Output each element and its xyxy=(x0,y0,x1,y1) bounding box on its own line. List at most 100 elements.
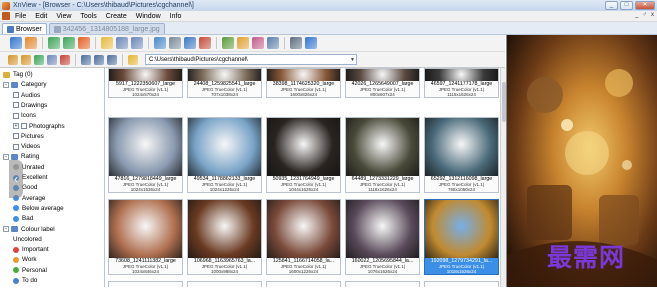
tree-item-personal[interactable]: Personal xyxy=(13,266,47,275)
tree-item-uncolored[interactable]: Uncolored xyxy=(13,235,42,244)
path-input[interactable]: C:\Users\thibaud\Pictures\cgchannel\ ▼ xyxy=(145,54,357,65)
menu-create[interactable]: Create xyxy=(106,13,127,20)
slideshow-icon[interactable] xyxy=(222,37,234,49)
copy-icon[interactable] xyxy=(116,37,128,49)
toolbar-separator xyxy=(75,53,76,66)
thumbnail-item[interactable]: 50935_1231764949_large JPEG TrueColor (v1… xyxy=(266,117,341,193)
menu-info[interactable]: Info xyxy=(170,13,182,20)
mdi-close-button[interactable]: x xyxy=(651,12,654,18)
refresh-icon[interactable] xyxy=(48,37,60,49)
select-all-icon[interactable] xyxy=(47,54,57,65)
thumbnail-item[interactable] xyxy=(187,281,262,287)
view-mode-icon[interactable] xyxy=(81,54,91,65)
menu-edit[interactable]: Edit xyxy=(35,13,47,20)
close-button[interactable]: ✕ xyxy=(635,1,655,10)
thumbnail-dimensions: 707x1038x24 xyxy=(210,92,239,97)
tree-expander-icon[interactable]: − xyxy=(3,153,9,160)
menu-app-icon[interactable] xyxy=(2,12,10,20)
sort-icon[interactable] xyxy=(94,54,104,65)
find-icon[interactable] xyxy=(154,37,166,49)
rename-icon[interactable] xyxy=(252,37,264,49)
menu-tools[interactable]: Tools xyxy=(80,13,96,20)
delete-icon[interactable] xyxy=(60,54,70,65)
thumbnail-item[interactable]: 106968_1163965763_la... JPEG TrueColor (v… xyxy=(187,199,262,275)
move-icon[interactable] xyxy=(131,37,143,49)
thumbnail-item[interactable]: 42026_1265649007_large JPEG TrueColor (v1… xyxy=(345,68,420,98)
tree-item-important[interactable]: Important xyxy=(13,245,49,254)
tree-checkbox[interactable] xyxy=(21,123,27,129)
tree-item-to-do[interactable]: To do xyxy=(13,276,37,285)
thumbnail-item[interactable]: 192098_1279734291_la... JPEG TrueColor (v… xyxy=(424,199,499,275)
minimize-button[interactable]: _ xyxy=(605,1,618,10)
tree-item-work[interactable]: Work xyxy=(13,255,37,264)
tree-expander-icon[interactable]: + xyxy=(13,123,19,129)
tree-item-videos[interactable]: Videos xyxy=(13,142,40,151)
view-icon[interactable] xyxy=(25,37,37,49)
tree-item-photographs[interactable]: + Photographs xyxy=(13,122,65,131)
tree-expander-icon[interactable]: − xyxy=(3,226,9,232)
tree-item-category[interactable]: − Category xyxy=(3,80,47,89)
tree-checkbox[interactable] xyxy=(13,92,19,99)
tree-expander-icon[interactable]: − xyxy=(3,81,9,88)
thumbnail-item[interactable]: 160022_1205695844_la... JPEG TrueColor (v… xyxy=(345,199,420,275)
info-icon[interactable] xyxy=(305,37,317,49)
tree-checkbox[interactable] xyxy=(13,143,19,150)
tab-browser[interactable]: Browser xyxy=(2,23,47,34)
prev-nav-arrow[interactable]: ‹ xyxy=(9,160,23,198)
forward-icon[interactable] xyxy=(21,54,31,65)
tree-item-label: Unrated xyxy=(22,163,45,171)
tree-item-drawings[interactable]: Drawings xyxy=(13,101,47,110)
thumbnail-item[interactable]: 46597_1241177178_large JPEG TrueColor (v1… xyxy=(424,68,499,98)
mdi-restore-button[interactable]: ♂ xyxy=(643,12,648,18)
tree-item-icons[interactable]: Icons xyxy=(13,111,36,120)
thumbnail-item[interactable]: 125841_1166714058_la... JPEG TrueColor (v… xyxy=(266,199,341,275)
favorite-icon[interactable] xyxy=(128,54,138,65)
menu-window[interactable]: Window xyxy=(136,13,161,20)
tree-item-bad[interactable]: Bad xyxy=(13,214,33,223)
back-icon[interactable] xyxy=(8,54,18,65)
tree-item-pictures[interactable]: Pictures xyxy=(13,132,44,141)
thumbnail-dimensions: 1024x570x24 xyxy=(131,92,160,97)
tree-checkbox[interactable] xyxy=(13,133,19,140)
thumbnail-item[interactable]: 49534_1178862133_large JPEG TrueColor (v1… xyxy=(187,117,262,193)
thumbnail-item[interactable]: 65292_1312116098_large JPEG TrueColor (v1… xyxy=(424,117,499,193)
path-dropdown-icon[interactable]: ▼ xyxy=(350,57,355,63)
tab-image[interactable]: 342456_1314805188_large.jpg xyxy=(48,23,165,34)
thumbnail-item[interactable]: 73608_1241111382_large JPEG TrueColor (v1… xyxy=(108,199,183,275)
thumbnail-item[interactable]: 38398_1174625320_large JPEG TrueColor (v1… xyxy=(266,68,341,98)
menu-file[interactable]: File xyxy=(15,13,26,20)
tree-checkbox[interactable] xyxy=(13,102,19,109)
menu-view[interactable]: View xyxy=(56,13,71,20)
thumbnail-item[interactable] xyxy=(424,281,499,287)
print-icon[interactable] xyxy=(169,37,181,49)
refresh2-icon[interactable] xyxy=(63,37,75,49)
web-icon[interactable] xyxy=(78,37,90,49)
thumbnail-item[interactable] xyxy=(108,281,183,287)
mdi-minimize-button[interactable]: _ xyxy=(635,12,638,18)
tree-item-label: Drawings xyxy=(21,101,48,109)
up-icon[interactable] xyxy=(34,54,44,65)
thumbnail-image xyxy=(188,118,261,176)
maximize-button[interactable]: □ xyxy=(620,1,633,10)
thumbnail-item[interactable] xyxy=(345,281,420,287)
thumbnail-item[interactable] xyxy=(266,281,341,287)
tree-item-below-average[interactable]: Below average xyxy=(13,204,64,213)
tree-item-colour-label[interactable]: − Colour label xyxy=(3,225,55,234)
thumbnail-item[interactable]: 64489_1273331229_large JPEG TrueColor (v1… xyxy=(345,117,420,193)
thumbnail-item[interactable]: 5917_1222350607_large JPEG TrueColor (v1.… xyxy=(108,68,183,98)
capture-icon[interactable] xyxy=(199,37,211,49)
folder-icon[interactable] xyxy=(101,37,113,49)
filter-icon[interactable] xyxy=(107,54,117,65)
main-toolbar xyxy=(0,35,505,52)
thumbnail-item[interactable]: 24408_1259825541_large JPEG TrueColor (v1… xyxy=(187,68,262,98)
settings-icon[interactable] xyxy=(290,37,302,49)
convert-icon[interactable] xyxy=(237,37,249,49)
tree-item-audios[interactable]: Audios xyxy=(13,91,40,100)
browse-icon[interactable] xyxy=(10,37,22,49)
toolbar-separator xyxy=(42,37,43,49)
grid-icon[interactable] xyxy=(267,37,279,49)
scan-icon[interactable] xyxy=(184,37,196,49)
thumbnail-item[interactable]: 47816_1279818449_large JPEG TrueColor (v1… xyxy=(108,117,183,193)
tree-checkbox[interactable] xyxy=(13,112,19,119)
tree-item-tag-0[interactable]: Tag (0) xyxy=(3,70,33,79)
